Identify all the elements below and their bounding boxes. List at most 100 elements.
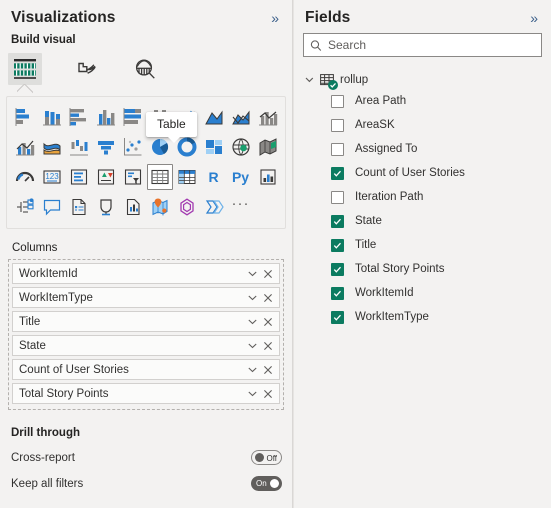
- remove-field-icon[interactable]: [260, 362, 275, 378]
- area-chart-icon[interactable]: [201, 104, 227, 130]
- kpi-icon[interactable]: [93, 164, 119, 190]
- waterfall-chart-icon[interactable]: [66, 134, 92, 160]
- treemap-icon[interactable]: [201, 134, 227, 160]
- field-list-item[interactable]: Assigned To: [294, 137, 551, 161]
- field-label: Count of User Stories: [355, 167, 465, 179]
- remove-field-icon[interactable]: [260, 338, 275, 354]
- tab-build-visual[interactable]: [8, 53, 42, 85]
- map-icon: [231, 138, 250, 156]
- search-box[interactable]: [303, 33, 542, 57]
- multi-row-card-icon[interactable]: [66, 164, 92, 190]
- chevron-double-right-icon[interactable]: »: [268, 9, 282, 27]
- chevron-down-icon[interactable]: [245, 314, 260, 330]
- chevron-down-icon[interactable]: [245, 338, 260, 354]
- map-icon[interactable]: [228, 134, 254, 160]
- chevron-down-icon[interactable]: [245, 266, 260, 282]
- filled-map-icon: [259, 138, 276, 156]
- smart-narrative-icon[interactable]: [39, 194, 65, 220]
- line-stacked-column-chart-icon[interactable]: [255, 104, 281, 130]
- 100-stacked-bar-chart-icon[interactable]: [120, 104, 146, 130]
- table-node-rollup[interactable]: rollup: [294, 70, 551, 90]
- chevron-down-icon[interactable]: [245, 386, 260, 402]
- line-clustered-column-chart-icon[interactable]: [12, 134, 38, 160]
- qna-icon[interactable]: [93, 194, 119, 220]
- slicer-icon[interactable]: [120, 164, 146, 190]
- gauge-icon[interactable]: [12, 164, 38, 190]
- field-list-item[interactable]: Count of User Stories: [294, 161, 551, 185]
- keep-all-filters-toggle-state: On: [256, 479, 267, 488]
- field-checkbox[interactable]: [331, 94, 344, 108]
- tab-format-visual[interactable]: [68, 53, 102, 85]
- field-list-item[interactable]: Area Path: [294, 89, 551, 113]
- keep-all-filters-label: Keep all filters: [11, 477, 84, 490]
- clustered-column-chart-icon[interactable]: [93, 104, 119, 130]
- column-field-label: WorkItemId: [19, 267, 78, 280]
- field-checkbox[interactable]: [331, 166, 344, 180]
- field-list-item[interactable]: Title: [294, 233, 551, 257]
- filled-map-icon[interactable]: [255, 134, 281, 160]
- column-field-pill[interactable]: Title: [12, 311, 280, 332]
- field-list-item[interactable]: WorkItemId: [294, 281, 551, 305]
- field-list-item[interactable]: State: [294, 209, 551, 233]
- svg-text:123: 123: [45, 172, 59, 181]
- python-visual-icon-text: Py: [231, 169, 250, 185]
- metrics-icon[interactable]: [120, 194, 146, 220]
- ribbon-chart-icon[interactable]: [39, 134, 65, 160]
- paginated-report-icon[interactable]: [66, 194, 92, 220]
- field-checkbox[interactable]: [331, 118, 344, 132]
- column-field-pill[interactable]: WorkItemType: [12, 287, 280, 308]
- field-list-item[interactable]: WorkItemType: [294, 305, 551, 329]
- field-checkbox[interactable]: [331, 142, 344, 156]
- cross-report-toggle-state: Off: [266, 454, 277, 463]
- chevron-down-icon[interactable]: [245, 290, 260, 306]
- chevron-double-right-icon[interactable]: »: [527, 9, 541, 27]
- qna-icon: [99, 199, 112, 216]
- field-checkbox[interactable]: [331, 310, 344, 324]
- key-influencers-icon[interactable]: [255, 164, 281, 190]
- remove-field-icon[interactable]: [260, 314, 275, 330]
- build-visual-label: Build visual: [11, 34, 76, 46]
- column-field-pill[interactable]: WorkItemId: [12, 263, 280, 284]
- field-list-item[interactable]: Iteration Path: [294, 185, 551, 209]
- columns-drop-zone[interactable]: WorkItemId WorkItemType Title State Coun…: [8, 259, 284, 410]
- remove-field-icon[interactable]: [260, 266, 275, 282]
- remove-field-icon[interactable]: [260, 386, 275, 402]
- stacked-column-chart-icon[interactable]: [39, 104, 65, 130]
- matrix-icon[interactable]: [174, 164, 200, 190]
- python-visual-icon[interactable]: Py: [228, 164, 254, 190]
- stacked-bar-chart-icon[interactable]: [12, 104, 38, 130]
- decomposition-tree-icon[interactable]: [12, 194, 38, 220]
- field-list-item[interactable]: AreaSK: [294, 113, 551, 137]
- drill-through-section: Drill through Cross-report Off Keep all …: [0, 427, 292, 502]
- column-field-pill[interactable]: State: [12, 335, 280, 356]
- chevron-down-icon[interactable]: [245, 362, 260, 378]
- stacked-bar-chart-icon: [15, 108, 29, 126]
- power-automate-icon[interactable]: [201, 194, 227, 220]
- card-icon[interactable]: 123: [39, 164, 65, 190]
- more-options-icon[interactable]: ···: [228, 194, 254, 220]
- tab-analytics[interactable]: [128, 53, 162, 85]
- column-field-pill[interactable]: Count of User Stories: [12, 359, 280, 380]
- search-input[interactable]: [327, 38, 535, 52]
- field-checkbox[interactable]: [331, 214, 344, 228]
- column-field-label: WorkItemType: [19, 291, 93, 304]
- arcgis-map-icon[interactable]: [147, 194, 173, 220]
- field-list-item[interactable]: Total Story Points: [294, 257, 551, 281]
- field-checkbox[interactable]: [331, 190, 344, 204]
- column-field-pill[interactable]: Total Story Points: [12, 383, 280, 404]
- table-icon[interactable]: [146, 164, 173, 190]
- field-checkbox[interactable]: [331, 286, 344, 300]
- cross-report-toggle[interactable]: Off: [251, 450, 282, 465]
- decomposition-tree-icon: [16, 198, 34, 213]
- remove-field-icon[interactable]: [260, 290, 275, 306]
- field-checkbox[interactable]: [331, 238, 344, 252]
- clustered-bar-chart-icon[interactable]: [66, 104, 92, 130]
- funnel-chart-icon[interactable]: [93, 134, 119, 160]
- field-checkbox[interactable]: [331, 262, 344, 276]
- stacked-area-chart-icon[interactable]: [228, 104, 254, 130]
- azure-map-icon[interactable]: [174, 194, 200, 220]
- field-label: Title: [355, 239, 377, 251]
- scatter-chart-icon[interactable]: [120, 134, 146, 160]
- r-script-visual-icon[interactable]: R: [201, 164, 227, 190]
- keep-all-filters-toggle[interactable]: On: [251, 476, 282, 491]
